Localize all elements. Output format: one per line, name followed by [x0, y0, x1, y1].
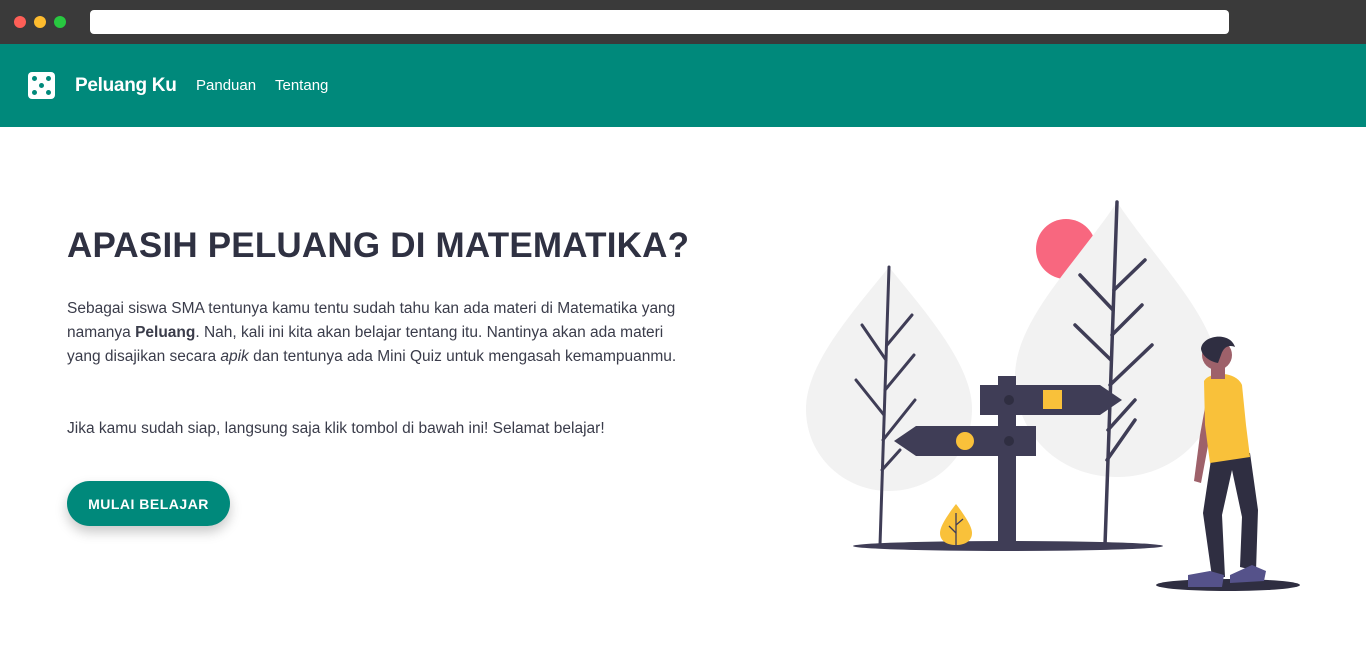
minimize-window-dot[interactable] — [34, 16, 46, 28]
navbar: Peluang Ku Panduan Tentang — [0, 44, 1366, 127]
dice-icon[interactable] — [28, 72, 55, 99]
intro-bold-term: Peluang — [135, 324, 196, 341]
intro-text-3: dan tentunya ada Mini Quiz untuk mengasa… — [248, 348, 677, 365]
nav-link-tentang[interactable]: Tentang — [275, 77, 328, 94]
close-window-dot[interactable] — [14, 16, 26, 28]
person-shadow — [1156, 579, 1300, 591]
page-title: APASIH PELUANG DI MATEMATIKA? — [67, 226, 690, 265]
person-torso — [1204, 373, 1250, 463]
brand-link[interactable]: Peluang Ku — [75, 75, 177, 97]
left-sign-circle — [956, 432, 974, 450]
person-legs — [1203, 453, 1258, 577]
browser-chrome — [0, 0, 1366, 44]
signpost-illustration — [806, 200, 1300, 591]
start-learning-button[interactable]: MULAI BELAJAR — [67, 481, 230, 526]
intro-italic-term: apik — [220, 348, 249, 365]
intro-paragraph: Sebagai siswa SMA tentunya kamu tentu su… — [67, 297, 677, 369]
invite-paragraph: Jika kamu sudah siap, langsung saja klik… — [67, 420, 605, 437]
right-sign-square — [1043, 390, 1062, 409]
address-bar[interactable] — [90, 10, 1229, 34]
maximize-window-dot[interactable] — [54, 16, 66, 28]
nav-link-panduan[interactable]: Panduan — [196, 77, 256, 94]
person-shoe-right — [1230, 565, 1266, 583]
